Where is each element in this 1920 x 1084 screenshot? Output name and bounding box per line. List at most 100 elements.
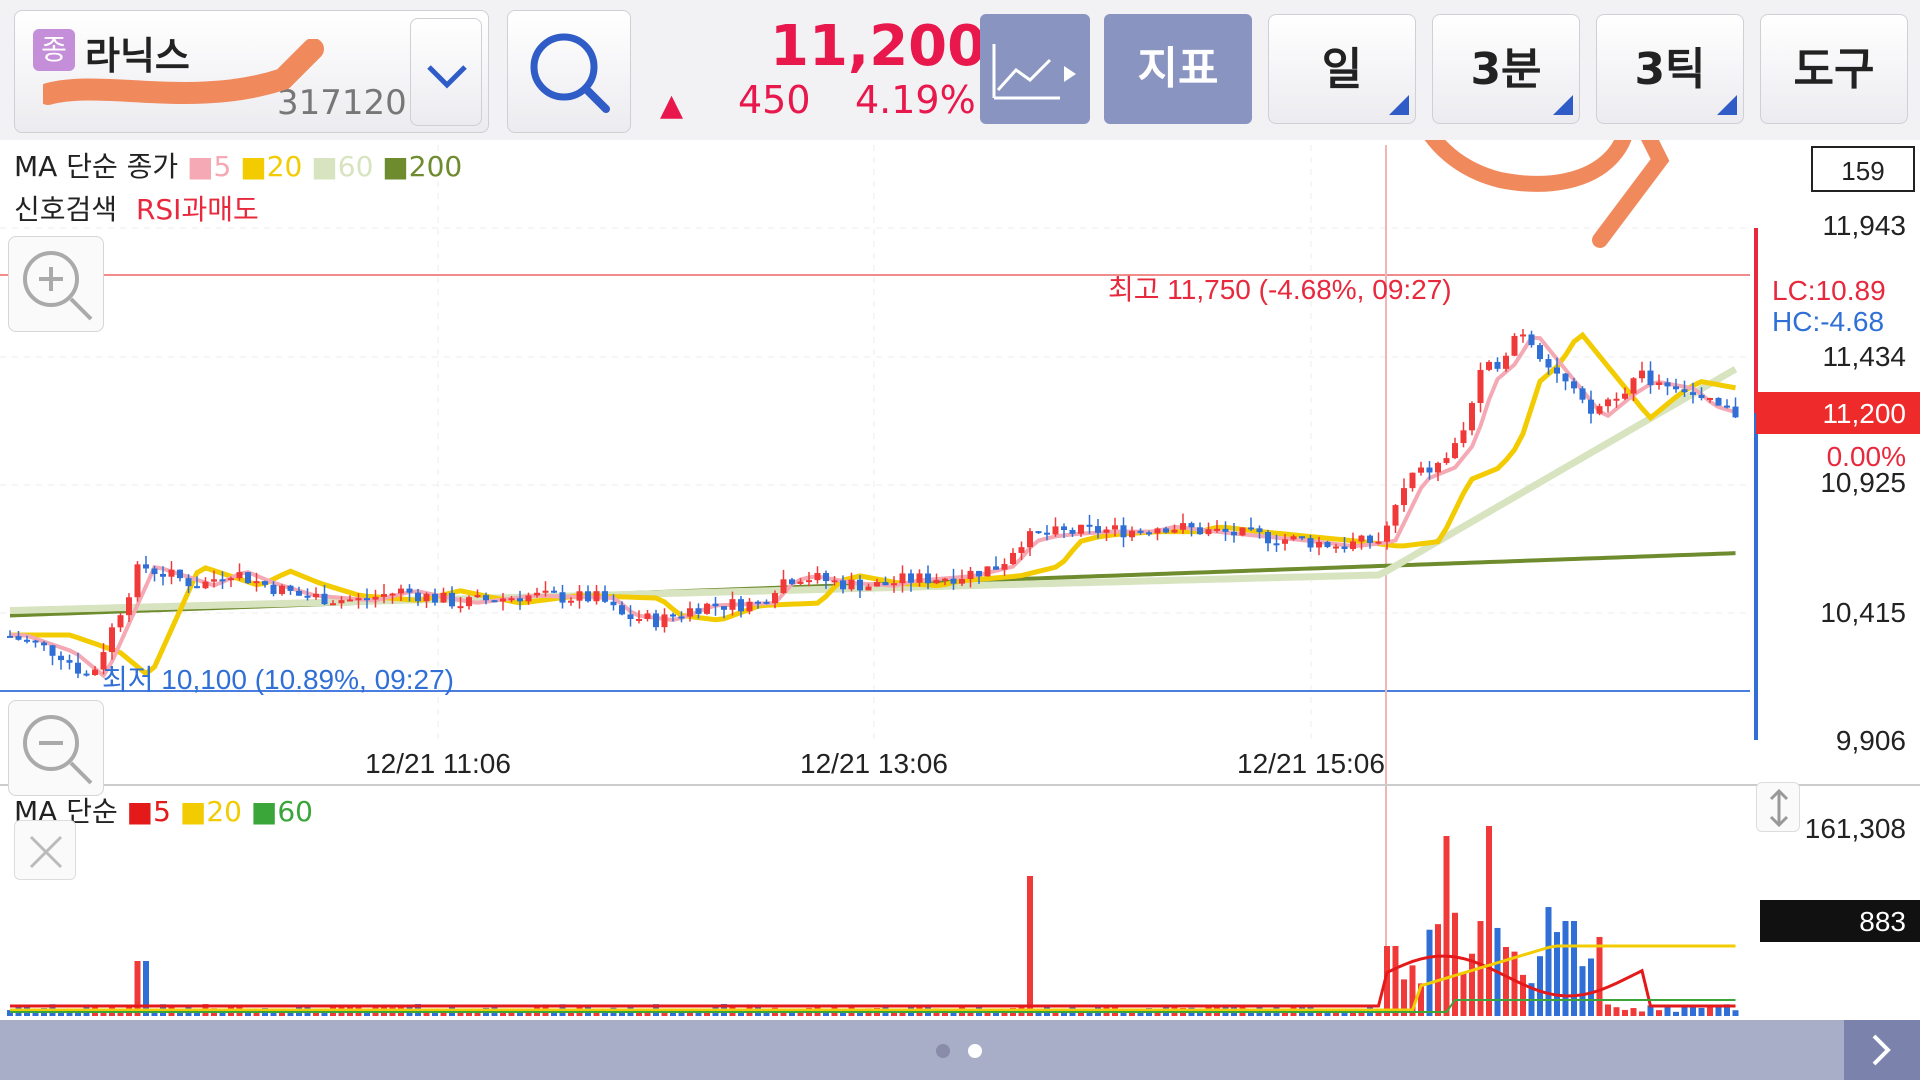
zoom-out-icon xyxy=(23,715,93,785)
candle xyxy=(1588,399,1594,414)
candle xyxy=(1452,443,1458,459)
candle xyxy=(1078,524,1084,534)
stock-dropdown-button[interactable] xyxy=(410,18,482,126)
tools-button[interactable]: 도구 xyxy=(1760,14,1908,124)
count-value: 159 xyxy=(1841,156,1884,186)
candle xyxy=(976,570,982,577)
candle xyxy=(168,569,175,577)
candle xyxy=(738,599,744,612)
candle xyxy=(1579,388,1586,400)
candle xyxy=(32,640,39,643)
candle xyxy=(1520,334,1526,337)
candle xyxy=(253,581,260,584)
y-tick: 11,434 xyxy=(1822,341,1906,372)
candle xyxy=(75,662,81,674)
volume-bar xyxy=(1622,1009,1628,1016)
y-tick: 10,415 xyxy=(1820,597,1906,628)
period-day-button[interactable]: 일 xyxy=(1268,14,1416,124)
current-price: 11,200 xyxy=(770,14,987,79)
volume-bar xyxy=(1605,1004,1611,1016)
candle xyxy=(1392,505,1399,526)
ma60-line xyxy=(9,366,1738,615)
candle xyxy=(670,614,676,617)
volume-max-label: 161,308 xyxy=(1805,813,1906,844)
candle xyxy=(1367,535,1373,543)
tools-label: 도구 xyxy=(1793,44,1875,95)
candle xyxy=(1656,382,1662,386)
candle xyxy=(1044,532,1050,535)
candle xyxy=(1401,488,1407,506)
candle xyxy=(933,579,940,584)
candle xyxy=(593,591,600,602)
candle xyxy=(304,595,311,598)
page-dot[interactable] xyxy=(936,1044,950,1058)
candle xyxy=(92,669,98,676)
volume-bar xyxy=(1562,921,1569,1016)
chart-area[interactable]: 최고 11,750 (-4.68%, 09:27) 최저 10,100 (10.… xyxy=(0,140,1920,1020)
candle xyxy=(1027,531,1033,548)
ma60-label: 60 xyxy=(337,150,374,183)
period-min-button[interactable]: 3분 xyxy=(1432,14,1580,124)
candle xyxy=(1154,528,1161,534)
candle xyxy=(185,578,192,587)
chevron-down-icon xyxy=(427,65,467,89)
candle xyxy=(1061,526,1067,531)
volume-bar xyxy=(1579,966,1586,1016)
candle xyxy=(160,573,166,577)
volume-bar xyxy=(1443,836,1450,1016)
candle xyxy=(1690,392,1696,395)
volume-bar xyxy=(1656,1010,1662,1016)
close-volume-button[interactable] xyxy=(14,820,76,880)
candle xyxy=(194,586,200,589)
candle xyxy=(415,592,421,602)
page-indicator-bar xyxy=(0,1020,1920,1080)
candle xyxy=(287,585,294,591)
candle xyxy=(1035,531,1042,534)
candle xyxy=(1681,389,1688,393)
candle xyxy=(66,660,73,663)
candle xyxy=(1163,528,1169,533)
resize-panel-button[interactable] xyxy=(1756,782,1800,832)
candle xyxy=(24,639,30,642)
candle xyxy=(882,582,889,586)
candle xyxy=(1273,543,1280,546)
vol-ma5-line xyxy=(10,954,1736,1008)
candle xyxy=(1384,525,1390,542)
volume-bar xyxy=(1673,1011,1679,1016)
period-tick-button[interactable]: 3틱 xyxy=(1596,14,1744,124)
ma200-label: 200 xyxy=(408,150,463,183)
signal-legend: 신호검색 RSI과매도 xyxy=(14,188,259,228)
vol-ma5-label: 5 xyxy=(153,795,171,828)
candle xyxy=(916,573,923,583)
next-page-button[interactable] xyxy=(1844,1020,1920,1080)
chart-canvas[interactable]: 최고 11,750 (-4.68%, 09:27) 최저 10,100 (10.… xyxy=(0,140,1920,1020)
ma-legend-title: MA 단순 종가 xyxy=(14,150,179,183)
candle xyxy=(865,586,872,591)
candle xyxy=(83,673,90,676)
candle xyxy=(1316,541,1322,548)
candle xyxy=(772,592,778,604)
chart-type-button[interactable] xyxy=(980,14,1090,124)
scribble-annotation xyxy=(1424,140,1670,248)
search-button[interactable] xyxy=(507,10,631,133)
candle xyxy=(1103,529,1110,533)
ma60-swatch: ■ xyxy=(311,150,338,183)
page-dot-active[interactable] xyxy=(968,1044,982,1058)
volume-bar xyxy=(1503,946,1509,1016)
candle xyxy=(177,569,183,579)
candle xyxy=(15,636,22,640)
indicator-button[interactable]: 지표 xyxy=(1104,14,1252,124)
candle xyxy=(474,595,481,598)
zoom-in-button[interactable] xyxy=(8,236,104,332)
candle xyxy=(534,592,540,596)
zoom-out-button[interactable] xyxy=(8,700,104,796)
candle xyxy=(729,599,736,610)
stock-name: 라닉스 xyxy=(85,34,190,78)
ma20-swatch: ■ xyxy=(240,150,267,183)
up-arrow-icon: ▲ xyxy=(660,88,684,123)
candle xyxy=(559,592,566,603)
volume-ma-lines xyxy=(10,944,1736,1013)
ma5-line xyxy=(10,335,1737,679)
candle xyxy=(585,591,591,602)
vol-ma60-label: 60 xyxy=(277,795,313,828)
